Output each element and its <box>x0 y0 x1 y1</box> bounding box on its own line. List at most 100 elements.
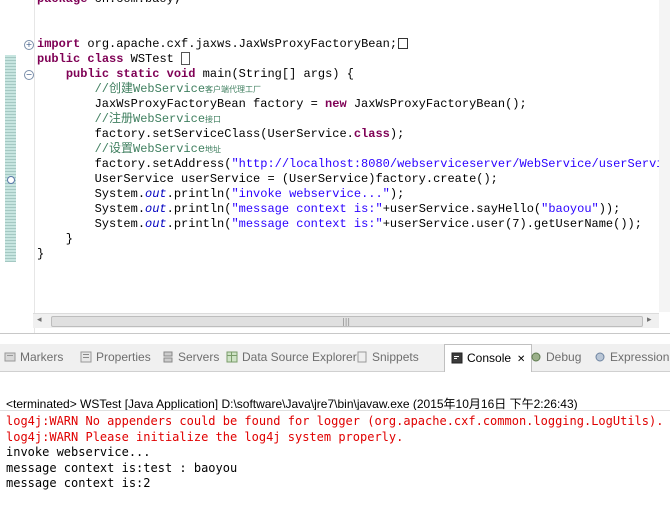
code-token: )); <box>598 202 621 216</box>
code-line[interactable]: } <box>37 232 670 247</box>
code-line[interactable]: public class WSTest <box>37 52 670 67</box>
breakpoint-marker-icon[interactable] <box>7 176 15 184</box>
tab-debug[interactable]: Debug <box>530 344 581 371</box>
view-tab-bar: Markers Properties Servers Data Source Expl… <box>0 344 670 372</box>
code-token: .println( <box>166 187 232 201</box>
code-line[interactable]: factory.setServiceClass(UserService.clas… <box>37 127 670 142</box>
code-token: System. <box>37 202 146 216</box>
debug-icon <box>530 346 542 362</box>
code-token: import <box>37 37 81 51</box>
code-token: ); <box>389 127 405 141</box>
tab-data-source-explorer[interactable]: Data Source Explorer <box>226 344 357 371</box>
code-line[interactable]: factory.setAddress("http://localhost:808… <box>37 157 670 172</box>
tab-label: Data Source Explorer <box>242 350 357 364</box>
code-token: "message context is:" <box>231 217 383 231</box>
tab-snippets[interactable]: Snippets <box>356 344 419 371</box>
code-token: main(String[] args) { <box>195 67 354 81</box>
scroll-grip-icon: ||| <box>342 317 351 326</box>
code-line[interactable]: import org.apache.cxf.jaxws.JaxWsProxyFa… <box>37 37 670 52</box>
expression-icon <box>594 346 606 362</box>
code-line[interactable]: } <box>37 247 670 262</box>
code-token: void <box>166 67 196 81</box>
servers-icon <box>162 346 174 363</box>
tab-label: Console <box>467 351 512 365</box>
collapsed-import-icon <box>398 38 409 50</box>
tab-label: Properties <box>96 350 151 364</box>
console-view: <terminated> WSTest [Java Application] D… <box>0 372 670 524</box>
tab-label: Snippets <box>372 350 419 364</box>
console-output-line: invoke webservice... <box>6 445 151 459</box>
code-token: factory.setAddress( <box>37 157 232 171</box>
code-token: .println( <box>166 202 232 216</box>
code-line[interactable]: System.out.println("invoke webservice...… <box>37 187 670 202</box>
properties-icon <box>80 346 92 363</box>
tab-properties[interactable]: Properties <box>80 344 151 371</box>
code-token: org.apache.cxf.jaxws.JaxWsProxyFactoryBe… <box>80 37 398 51</box>
code-token: WSTest <box>123 52 182 66</box>
code-line[interactable]: JaxWsProxyFactoryBean factory = new JaxW… <box>37 97 670 112</box>
scroll-left-icon[interactable]: ◂ <box>37 315 42 325</box>
code-token: out <box>145 187 167 201</box>
code-token: } <box>37 232 74 246</box>
fold-expand-icon[interactable]: + <box>24 40 34 50</box>
tab-console[interactable]: Console ✕ <box>444 344 533 372</box>
code-token: +userService.user(7).getUserName()); <box>382 217 642 231</box>
code-token: "baoyou" <box>541 202 599 216</box>
console-icon <box>451 347 463 364</box>
code-line[interactable] <box>37 22 670 37</box>
code-line[interactable]: public static void main(String[] args) { <box>37 67 670 82</box>
code-line[interactable]: //注册WebService接口 <box>37 112 670 127</box>
code-token: .println( <box>166 217 232 231</box>
console-divider <box>0 410 670 411</box>
console-error-line: log4j:WARN No appenders could be found f… <box>6 414 664 428</box>
markers-icon <box>4 346 16 362</box>
tab-label: Debug <box>546 350 582 364</box>
code-token: public <box>65 67 110 81</box>
code-token: System. <box>37 217 146 231</box>
code-line[interactable] <box>37 7 670 22</box>
scroll-thumb[interactable]: ||| <box>51 316 643 327</box>
source-code[interactable]: package cn.com.baoy; import org.apache.cx… <box>37 0 670 262</box>
tab-servers[interactable]: Servers <box>162 344 219 371</box>
code-token: } <box>37 247 45 261</box>
code-token: cn.com.baoy; <box>87 0 181 6</box>
code-token: 地址 <box>205 146 222 155</box>
tab-label: Expression <box>610 350 670 364</box>
code-token: //注册WebService <box>94 112 206 126</box>
code-token: JaxWsProxyFactoryBean(); <box>346 97 527 111</box>
vertical-scrollbar[interactable] <box>659 0 670 312</box>
text-cursor-icon <box>181 52 191 66</box>
tab-expression[interactable]: Expression <box>594 344 669 371</box>
tab-markers[interactable]: Markers <box>4 344 63 371</box>
code-token: "invoke webservice..." <box>231 187 390 201</box>
code-token: package <box>37 0 87 6</box>
code-line[interactable]: //创建WebService客户端代理工厂 <box>37 82 670 97</box>
horizontal-scrollbar[interactable]: ◂ ||| ▸ <box>33 313 659 328</box>
code-token: ); <box>389 187 405 201</box>
code-line[interactable]: package cn.com.baoy; <box>37 0 670 7</box>
console-output-line: message context is:2 <box>6 476 151 490</box>
scroll-right-icon[interactable]: ▸ <box>647 315 652 325</box>
code-token: out <box>145 202 167 216</box>
code-token: 客户端代理工厂 <box>205 86 262 95</box>
code-token: 接口 <box>205 116 222 125</box>
code-line[interactable]: System.out.println("message context is:"… <box>37 217 670 232</box>
data-source-icon <box>226 346 238 363</box>
code-token: new <box>325 97 347 111</box>
code-line[interactable]: //设置WebService地址 <box>37 142 670 157</box>
code-line[interactable]: UserService userService = (UserService)f… <box>37 172 670 187</box>
fold-collapse-icon[interactable]: − <box>24 70 34 80</box>
code-line[interactable]: System.out.println("message context is:"… <box>37 202 670 217</box>
console-output-line: message context is:test : baoyou <box>6 460 238 475</box>
code-token: public <box>37 52 81 66</box>
code-token: +userService.sayHello( <box>382 202 542 216</box>
close-icon[interactable]: ✕ <box>517 354 525 365</box>
code-token: JaxWsProxyFactoryBean factory = <box>37 97 326 111</box>
code-token: factory.setServiceClass(UserService. <box>37 127 354 141</box>
code-editor[interactable]: package cn.com.baoy; import org.apache.cx… <box>0 0 670 334</box>
console-error-line: log4j:WARN Please initialize the log4j s… <box>6 429 404 444</box>
